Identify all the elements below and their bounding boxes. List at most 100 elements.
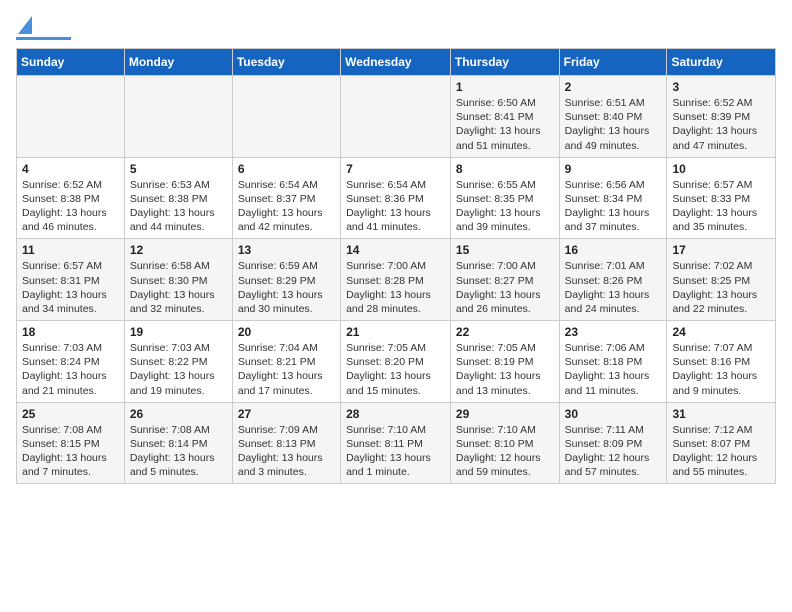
calendar-cell: 30 Sunrise: 7:11 AM Sunset: 8:09 PM Dayli… — [559, 402, 667, 484]
day-number: 3 — [672, 80, 770, 94]
calendar-cell: 26Sunrise: 7:08 AM Sunset: 8:14 PM Dayli… — [124, 402, 232, 484]
cell-info: Sunrise: 7:11 AM Sunset: 8:09 PM Dayligh… — [565, 423, 662, 480]
cell-info: Sunrise: 6:51 AM Sunset: 8:40 PM Dayligh… — [565, 96, 662, 153]
calendar-cell: 7 Sunrise: 6:54 AM Sunset: 8:36 PM Daylig… — [341, 157, 451, 239]
calendar-week-row: 11 Sunrise: 6:57 AM Sunset: 8:31 PM Dayli… — [17, 239, 776, 321]
header-day-wednesday: Wednesday — [341, 49, 451, 76]
day-number: 15 — [456, 243, 554, 257]
calendar-week-row: 25 Sunrise: 7:08 AM Sunset: 8:15 PM Dayli… — [17, 402, 776, 484]
cell-info: Sunrise: 7:00 AM Sunset: 8:28 PM Dayligh… — [346, 259, 445, 316]
day-number: 6 — [238, 162, 335, 176]
day-number: 11 — [22, 243, 119, 257]
calendar-cell: 16 Sunrise: 7:01 AM Sunset: 8:26 PM Dayli… — [559, 239, 667, 321]
day-number: 26 — [130, 407, 227, 421]
day-number: 16 — [565, 243, 662, 257]
calendar-cell — [341, 76, 451, 158]
calendar-cell: 19 Sunrise: 7:03 AM Sunset: 8:22 PM Dayli… — [124, 321, 232, 403]
header-day-friday: Friday — [559, 49, 667, 76]
day-number: 5 — [130, 162, 227, 176]
calendar-cell: 17Sunrise: 7:02 AM Sunset: 8:25 PM Dayli… — [667, 239, 776, 321]
cell-info: Sunrise: 6:53 AM Sunset: 8:38 PM Dayligh… — [130, 178, 227, 235]
calendar-cell — [17, 76, 125, 158]
calendar-cell: 13 Sunrise: 6:59 AM Sunset: 8:29 PM Dayli… — [232, 239, 340, 321]
cell-info: Sunrise: 7:08 AM Sunset: 8:15 PM Dayligh… — [22, 423, 119, 480]
cell-info: Sunrise: 7:03 AM Sunset: 8:22 PM Dayligh… — [130, 341, 227, 398]
calendar-cell: 8 Sunrise: 6:55 AM Sunset: 8:35 PM Daylig… — [450, 157, 559, 239]
day-number: 31 — [672, 407, 770, 421]
day-number: 24 — [672, 325, 770, 339]
day-number: 29 — [456, 407, 554, 421]
calendar-cell: 28 Sunrise: 7:10 AM Sunset: 8:11 PM Dayli… — [341, 402, 451, 484]
calendar-cell — [124, 76, 232, 158]
calendar-cell: 29 Sunrise: 7:10 AM Sunset: 8:10 PM Dayli… — [450, 402, 559, 484]
calendar-cell: 5 Sunrise: 6:53 AM Sunset: 8:38 PM Daylig… — [124, 157, 232, 239]
calendar-cell: 14 Sunrise: 7:00 AM Sunset: 8:28 PM Dayli… — [341, 239, 451, 321]
calendar-cell: 31Sunrise: 7:12 AM Sunset: 8:07 PM Dayli… — [667, 402, 776, 484]
day-number: 28 — [346, 407, 445, 421]
day-number: 18 — [22, 325, 119, 339]
cell-info: Sunrise: 7:10 AM Sunset: 8:11 PM Dayligh… — [346, 423, 445, 480]
cell-info: Sunrise: 6:54 AM Sunset: 8:37 PM Dayligh… — [238, 178, 335, 235]
day-number: 13 — [238, 243, 335, 257]
cell-info: Sunrise: 7:05 AM Sunset: 8:20 PM Dayligh… — [346, 341, 445, 398]
cell-info: Sunrise: 6:57 AM Sunset: 8:31 PM Dayligh… — [22, 259, 119, 316]
cell-info: Sunrise: 7:06 AM Sunset: 8:18 PM Dayligh… — [565, 341, 662, 398]
cell-info: Sunrise: 7:05 AM Sunset: 8:19 PM Dayligh… — [456, 341, 554, 398]
cell-info: Sunrise: 6:57 AM Sunset: 8:33 PM Dayligh… — [672, 178, 770, 235]
calendar-week-row: 1 Sunrise: 6:50 AM Sunset: 8:41 PM Daylig… — [17, 76, 776, 158]
calendar-cell: 12Sunrise: 6:58 AM Sunset: 8:30 PM Dayli… — [124, 239, 232, 321]
calendar-cell: 3Sunrise: 6:52 AM Sunset: 8:39 PM Daylig… — [667, 76, 776, 158]
day-number: 27 — [238, 407, 335, 421]
calendar-cell: 10 Sunrise: 6:57 AM Sunset: 8:33 PM Dayli… — [667, 157, 776, 239]
cell-info: Sunrise: 6:50 AM Sunset: 8:41 PM Dayligh… — [456, 96, 554, 153]
calendar-week-row: 4 Sunrise: 6:52 AM Sunset: 8:38 PM Daylig… — [17, 157, 776, 239]
calendar-cell: 11 Sunrise: 6:57 AM Sunset: 8:31 PM Dayli… — [17, 239, 125, 321]
day-number: 19 — [130, 325, 227, 339]
calendar-cell: 24 Sunrise: 7:07 AM Sunset: 8:16 PM Dayli… — [667, 321, 776, 403]
calendar-cell: 27Sunrise: 7:09 AM Sunset: 8:13 PM Dayli… — [232, 402, 340, 484]
calendar-cell: 18 Sunrise: 7:03 AM Sunset: 8:24 PM Dayli… — [17, 321, 125, 403]
day-number: 10 — [672, 162, 770, 176]
header-day-saturday: Saturday — [667, 49, 776, 76]
cell-info: Sunrise: 7:10 AM Sunset: 8:10 PM Dayligh… — [456, 423, 554, 480]
day-number: 2 — [565, 80, 662, 94]
calendar-cell: 23 Sunrise: 7:06 AM Sunset: 8:18 PM Dayli… — [559, 321, 667, 403]
day-number: 25 — [22, 407, 119, 421]
day-number: 17 — [672, 243, 770, 257]
cell-info: Sunrise: 7:00 AM Sunset: 8:27 PM Dayligh… — [456, 259, 554, 316]
day-number: 22 — [456, 325, 554, 339]
calendar-cell: 4 Sunrise: 6:52 AM Sunset: 8:38 PM Daylig… — [17, 157, 125, 239]
calendar-table: SundayMondayTuesdayWednesdayThursdayFrid… — [16, 48, 776, 484]
day-number: 4 — [22, 162, 119, 176]
calendar-header-row: SundayMondayTuesdayWednesdayThursdayFrid… — [17, 49, 776, 76]
cell-info: Sunrise: 6:55 AM Sunset: 8:35 PM Dayligh… — [456, 178, 554, 235]
header-day-sunday: Sunday — [17, 49, 125, 76]
day-number: 20 — [238, 325, 335, 339]
header-day-tuesday: Tuesday — [232, 49, 340, 76]
cell-info: Sunrise: 7:04 AM Sunset: 8:21 PM Dayligh… — [238, 341, 335, 398]
calendar-cell — [232, 76, 340, 158]
calendar-cell: 9Sunrise: 6:56 AM Sunset: 8:34 PM Daylig… — [559, 157, 667, 239]
logo-underline — [16, 37, 71, 40]
cell-info: Sunrise: 7:01 AM Sunset: 8:26 PM Dayligh… — [565, 259, 662, 316]
logo — [16, 16, 71, 40]
cell-info: Sunrise: 6:52 AM Sunset: 8:38 PM Dayligh… — [22, 178, 119, 235]
calendar-cell: 25 Sunrise: 7:08 AM Sunset: 8:15 PM Dayli… — [17, 402, 125, 484]
day-number: 8 — [456, 162, 554, 176]
day-number: 21 — [346, 325, 445, 339]
cell-info: Sunrise: 7:03 AM Sunset: 8:24 PM Dayligh… — [22, 341, 119, 398]
cell-info: Sunrise: 7:07 AM Sunset: 8:16 PM Dayligh… — [672, 341, 770, 398]
day-number: 1 — [456, 80, 554, 94]
header-day-thursday: Thursday — [450, 49, 559, 76]
cell-info: Sunrise: 6:56 AM Sunset: 8:34 PM Dayligh… — [565, 178, 662, 235]
day-number: 23 — [565, 325, 662, 339]
page-header — [16, 16, 776, 40]
cell-info: Sunrise: 6:54 AM Sunset: 8:36 PM Dayligh… — [346, 178, 445, 235]
day-number: 12 — [130, 243, 227, 257]
day-number: 7 — [346, 162, 445, 176]
calendar-week-row: 18 Sunrise: 7:03 AM Sunset: 8:24 PM Dayli… — [17, 321, 776, 403]
cell-info: Sunrise: 6:59 AM Sunset: 8:29 PM Dayligh… — [238, 259, 335, 316]
calendar-cell: 15 Sunrise: 7:00 AM Sunset: 8:27 PM Dayli… — [450, 239, 559, 321]
day-number: 14 — [346, 243, 445, 257]
day-number: 30 — [565, 407, 662, 421]
